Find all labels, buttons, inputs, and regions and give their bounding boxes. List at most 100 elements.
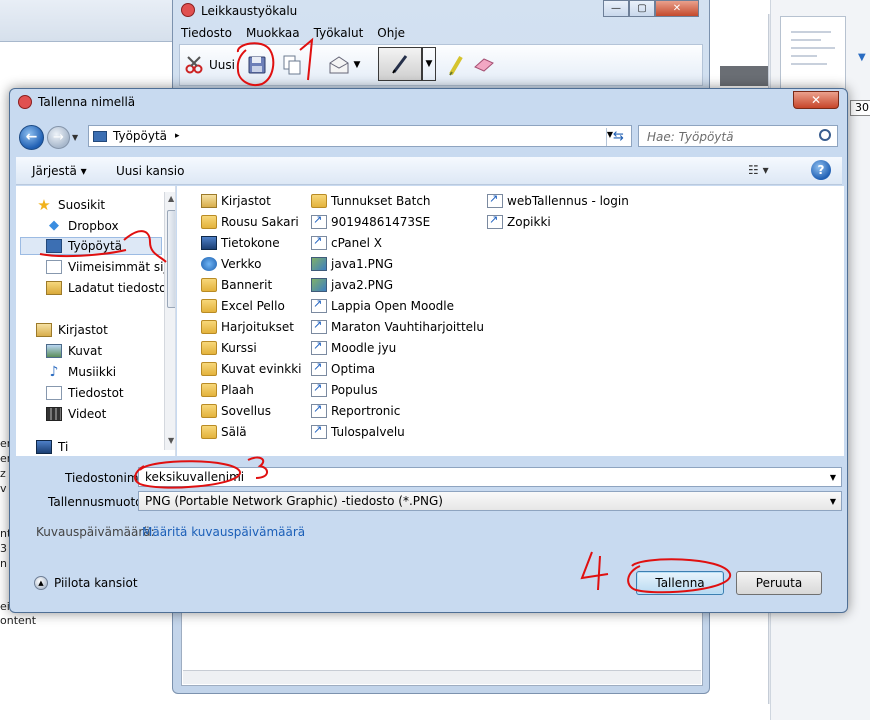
file-item-label: Plaah [221,383,254,397]
file-item[interactable]: Bannerit [201,276,272,294]
file-item[interactable]: cPanel X [311,234,382,252]
file-item[interactable]: Sälä [201,423,247,441]
close-button[interactable]: ✕ [793,91,839,109]
new-folder-button[interactable]: Uusi kansio [116,164,184,178]
chevron-down-icon[interactable]: ▼ [168,436,174,445]
file-item[interactable]: Verkko [201,255,261,273]
nav-item-dropbox[interactable]: ◆ Dropbox [46,217,119,235]
chevron-down-icon[interactable]: ▼ [858,52,866,63]
nav-item-label: Musiikki [68,365,117,379]
file-item-label: java1.PNG [331,257,394,271]
help-icon[interactable]: ? [811,160,831,180]
scissors-icon [18,95,32,109]
file-item[interactable]: Lappia Open Moodle [311,297,454,315]
nav-item-recent[interactable]: Viimeisimmät sija [46,258,174,276]
file-item[interactable]: java2.PNG [311,276,393,294]
file-item[interactable]: Tulospalvelu [311,423,405,441]
copy-button[interactable] [280,51,304,79]
file-item[interactable]: Sovellus [201,402,271,420]
file-item[interactable]: java1.PNG [311,255,393,273]
maximize-button[interactable]: ▢ [629,0,655,17]
nav-item-downloads[interactable]: Ladatut tiedostot [46,279,171,297]
close-button[interactable]: ✕ [655,0,699,17]
file-item[interactable]: Optima [311,360,375,378]
floppy-disk-icon [248,56,266,74]
nav-item-libraries[interactable]: Kirjastot [36,321,108,339]
file-item-label: Kirjastot [221,194,271,208]
nav-item-pictures[interactable]: Kuvat [46,342,102,360]
file-item-label: Zopikki [507,215,551,229]
pen-dropdown[interactable]: ▼ [422,47,436,81]
nav-item-favorites[interactable]: ★ Suosikit [36,196,105,214]
star-icon: ★ [37,196,51,214]
file-item[interactable]: Zopikki [487,213,551,231]
file-item-label: Populus [331,383,378,397]
menu-tools[interactable]: Työkalut [314,26,364,40]
view-options-button[interactable]: ☷ ▾ [748,163,769,177]
nav-item-label: Työpöytä [68,239,123,253]
menu-edit[interactable]: Muokkaa [246,26,300,40]
file-item[interactable]: Plaah [201,381,254,399]
send-snip-button[interactable]: ▼ [322,51,366,79]
eraser-button[interactable] [470,51,498,79]
file-item[interactable]: webTallennus - login [487,192,629,210]
file-item[interactable]: Kirjastot [201,192,271,210]
file-item[interactable]: Kuvat evinkki [201,360,302,378]
refresh-icon: ⇆ [613,129,624,144]
filetype-select[interactable]: PNG (Portable Network Graphic) -tiedosto… [138,491,842,511]
file-item[interactable]: Maraton Vauhtiharjoittelu [311,318,484,336]
file-item[interactable]: Populus [311,381,378,399]
file-item[interactable]: Moodle jyu [311,339,396,357]
file-item[interactable]: 90194861473SE [311,213,430,231]
file-item[interactable]: Tunnukset Batch [311,192,431,210]
background-value-field[interactable]: 30 [850,100,870,116]
save-button[interactable]: Tallenna [636,571,724,595]
file-item[interactable]: Excel Pello [201,297,285,315]
breadcrumb-separator-icon[interactable]: ▸ [175,131,180,141]
hide-folders-button[interactable]: ▲ Piilota kansiot [34,576,138,590]
folder-icon [201,320,217,334]
file-item[interactable]: Harjoitukset [201,318,294,336]
folder-icon [201,341,217,355]
file-item[interactable]: Kurssi [201,339,257,357]
nav-item-partial[interactable]: Ti [36,438,68,456]
nav-item-documents[interactable]: Tiedostot [46,384,124,402]
breadcrumb-desktop[interactable]: Työpöytä [113,129,167,143]
refresh-button[interactable]: ⇆ [606,128,630,146]
file-item-label: Kurssi [221,341,257,355]
set-date-link[interactable]: Määritä kuvauspäivämäärä [142,525,305,539]
file-item[interactable]: Tietokone [201,234,280,252]
scrollbar-thumb[interactable] [167,210,175,308]
recent-locations-dropdown[interactable]: ▼ [72,133,78,142]
filename-input[interactable]: keksikuvallenimi ▼ [138,467,842,487]
back-button[interactable]: ← [19,125,44,150]
forward-button[interactable]: → [47,126,70,149]
save-button[interactable] [244,51,270,79]
new-snip-button[interactable]: Uusi [184,49,236,81]
nav-item-videos[interactable]: Videot [46,405,106,423]
file-item[interactable]: Rousu Sakari [201,213,299,231]
search-input[interactable]: Hae: Työpöytä [638,125,838,147]
page-thumbnail[interactable] [780,16,846,92]
envelope-icon [329,56,349,74]
horizontal-scrollbar[interactable] [183,670,701,684]
folder-icon [201,362,217,376]
address-bar[interactable]: Työpöytä ▸ ▼ [88,125,632,147]
menu-help[interactable]: Ohje [377,26,405,40]
nav-scrollbar[interactable]: ▲ ▼ [164,192,175,450]
highlighter-button[interactable] [444,51,468,79]
menu-file[interactable]: Tiedosto [181,26,232,40]
file-item[interactable]: Reportronic [311,402,400,420]
cancel-button[interactable]: Peruuta [736,571,822,595]
chevron-down-icon[interactable]: ▼ [830,497,836,506]
pen-tool-button[interactable] [378,47,422,81]
minimize-button[interactable]: — [603,0,629,17]
nav-item-music[interactable]: ♪ Musiikki [46,363,117,381]
nav-item-label: Kirjastot [58,323,108,337]
nav-item-desktop[interactable]: Työpöytä [20,237,162,255]
shortcut-icon [311,318,327,334]
edge-text: ontent [0,614,37,627]
chevron-down-icon[interactable]: ▼ [830,473,836,482]
organize-button[interactable]: Järjestä ▾ [32,164,87,178]
chevron-up-icon[interactable]: ▲ [168,194,174,203]
